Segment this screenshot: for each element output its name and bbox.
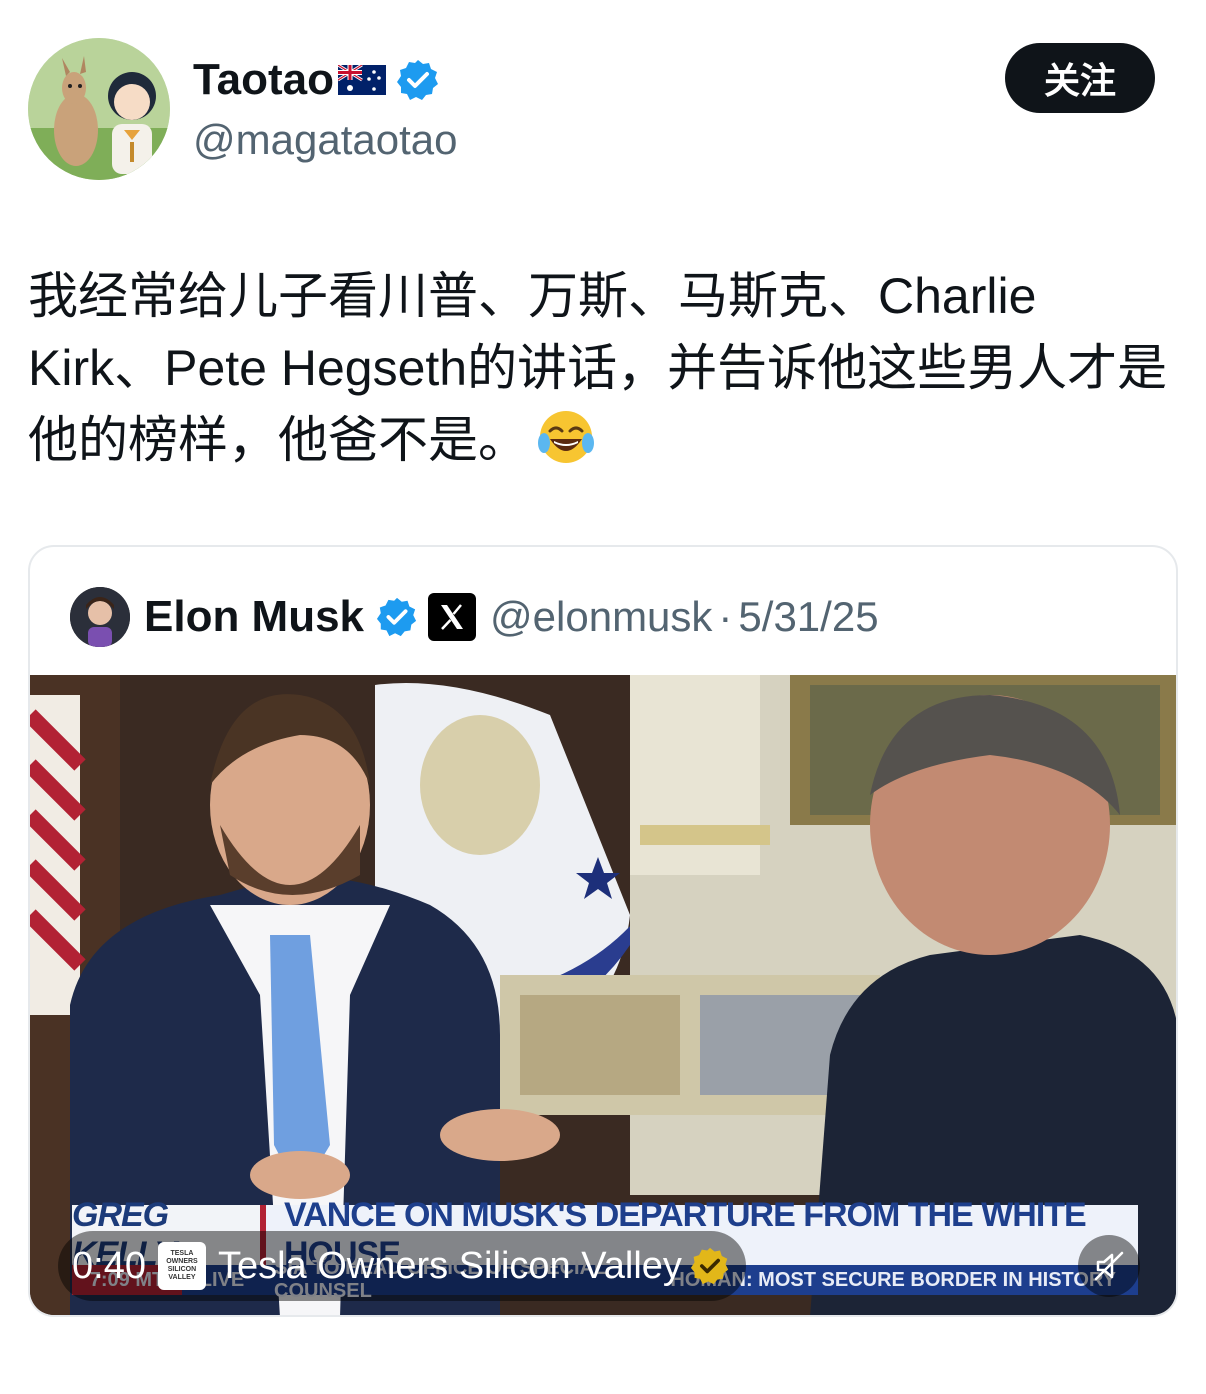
video-player[interactable]: GREG KELLY VANCE ON MUSK'S DEPARTURE FRO… xyxy=(30,675,1176,1315)
author-avatar[interactable] xyxy=(28,38,170,180)
author-name-row[interactable]: Taotao xyxy=(193,52,440,108)
quoted-tweet-card[interactable]: Elon Musk @elonmusk · 5/31/25 GREG KELLY… xyxy=(28,545,1178,1317)
tweet-body: 我经常给儿子看川普、万斯、马斯克、Charlie Kirk、Pete Hegse… xyxy=(28,268,1168,468)
laughing-tears-emoji-icon xyxy=(538,411,594,463)
x-logo-icon xyxy=(428,593,477,641)
quoted-tweet-date: 5/31/25 xyxy=(738,593,879,640)
video-source-name: Tesla Owners Silicon Valley xyxy=(217,1244,682,1287)
quoted-author-avatar[interactable] xyxy=(70,587,130,647)
source-logo-line: SILICON xyxy=(167,1266,197,1273)
verified-badge-icon xyxy=(396,60,438,100)
follow-button[interactable]: 关注 xyxy=(1005,43,1155,113)
tweet-text: 我经常给儿子看川普、万斯、马斯克、Charlie Kirk、Pete Hegse… xyxy=(28,260,1178,476)
australia-flag-icon xyxy=(337,65,386,95)
mute-button[interactable] xyxy=(1078,1235,1140,1297)
separator-dot: · xyxy=(718,593,733,640)
quoted-tweet-header: Elon Musk @elonmusk · 5/31/25 xyxy=(70,587,879,647)
source-logo-line: OWNERS xyxy=(166,1258,198,1265)
source-logo-line: VALLEY xyxy=(168,1274,196,1281)
quoted-author-name: Elon Musk xyxy=(144,592,365,641)
source-logo: TESLA OWNERS SILICON VALLEY xyxy=(157,1242,206,1290)
author-display-name: Taotao xyxy=(193,55,334,104)
gold-verified-badge-icon xyxy=(690,1247,729,1285)
video-overlay-info: 0:40 TESLA OWNERS SILICON VALLEY Tesla O… xyxy=(58,1231,746,1301)
source-logo-line: TESLA xyxy=(170,1250,194,1257)
speaker-muted-icon xyxy=(1094,1251,1124,1281)
quoted-author-handle: @elonmusk xyxy=(490,593,713,640)
verified-badge-icon xyxy=(376,597,417,637)
video-duration: 0:40 xyxy=(72,1244,146,1287)
author-handle[interactable]: @magataotao xyxy=(193,114,457,166)
